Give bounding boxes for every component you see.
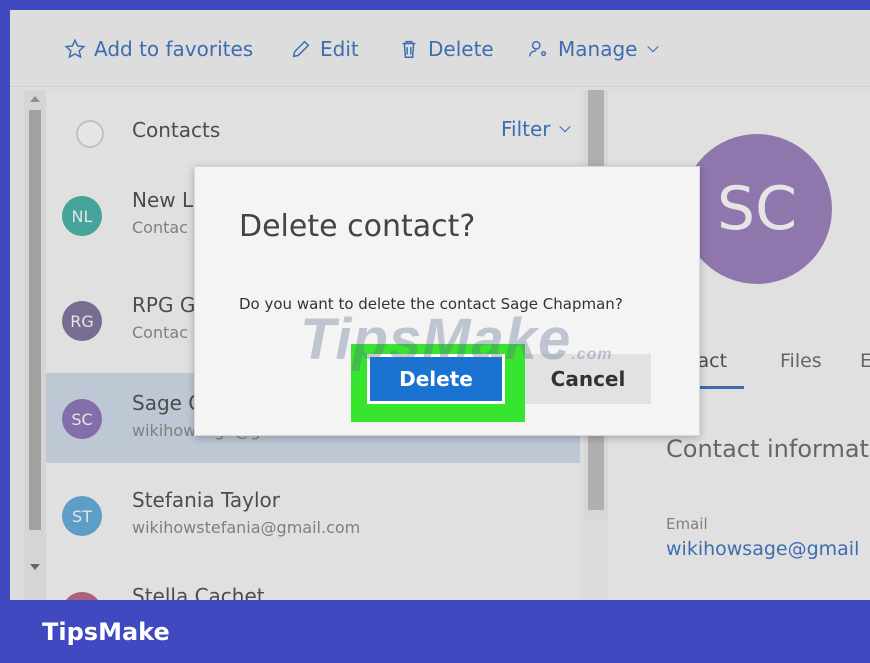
watermark: TipsMake.com — [300, 306, 613, 373]
delete-contact-dialog: Delete contact? Do you want to delete th… — [194, 166, 700, 436]
watermark-suffix: .com — [571, 346, 613, 363]
brand-logo-text: TipsMake — [42, 618, 170, 646]
app-window: Add to favorites Edit Delete Manage Cont… — [10, 10, 870, 600]
brand-bar: TipsMake — [0, 600, 870, 663]
watermark-text: TipsMake — [300, 307, 572, 372]
dialog-title: Delete contact? — [239, 209, 476, 244]
